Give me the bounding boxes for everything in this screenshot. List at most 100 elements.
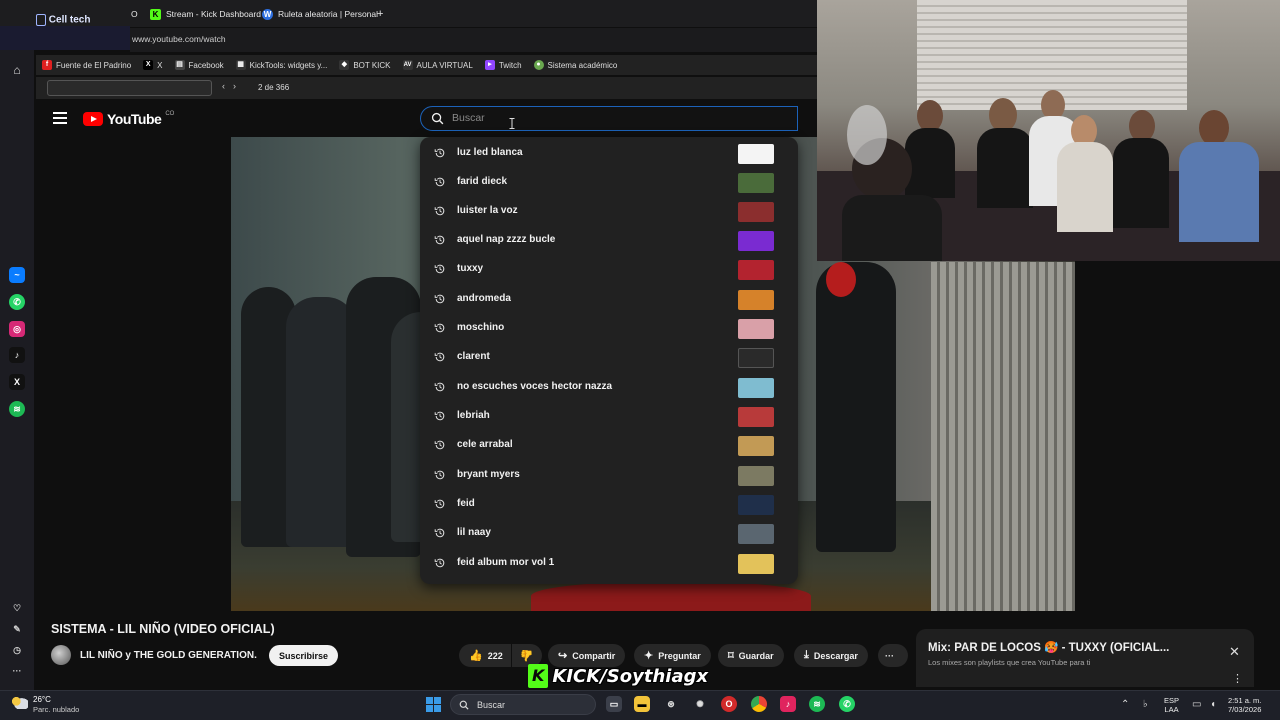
clock[interactable]: 2:51 a. m. 7/03/2026 [1228,696,1261,714]
webcam-person [977,128,1033,208]
address-bar[interactable]: www.youtube.com/watch [130,28,817,52]
clock-date: 7/03/2026 [1228,705,1262,714]
openai-icon[interactable]: ✺ [692,696,708,712]
history-icon [434,411,445,421]
suggestion-item[interactable]: andromeda [420,285,798,314]
weather-temperature[interactable]: 26°C [33,695,51,704]
suggestion-label: andromeda [457,293,511,304]
search-input[interactable] [452,109,782,127]
twitch-icon: ▸ [484,60,495,70]
edit-icon[interactable]: ✎ [9,621,25,637]
like-count: 222 [487,650,503,661]
gaming-icon[interactable]: ⊛ [663,696,679,712]
bookmark-sistema-academico[interactable]: ● Sistema académico [533,60,617,70]
history-icon [434,440,445,450]
whatsapp-icon[interactable]: ✆ [839,696,855,712]
more-actions-button[interactable]: ··· [878,644,908,667]
tab-fragment[interactable]: O [131,5,138,23]
subscribe-button[interactable]: Suscribirse [269,645,338,666]
x-icon[interactable]: X [9,374,25,390]
suggestion-label: moschino [457,322,505,333]
suggestion-label: luister la voz [457,205,518,216]
task-view-icon[interactable]: ▭ [606,696,622,712]
language-indicator[interactable]: ESP LAA [1164,696,1179,714]
messenger-icon[interactable]: ~ [9,267,25,283]
webcam-feed [817,0,1280,261]
brand-logo: Cell tech [36,14,96,36]
channel-avatar[interactable] [51,645,71,665]
history-icon [434,323,445,333]
new-tab-button[interactable]: + [377,5,383,23]
history-icon [434,206,445,216]
history-icon [434,382,445,392]
history-icon [434,528,445,538]
youtube-logo[interactable]: YouTube CO [83,111,174,127]
suggestion-item[interactable]: feid [420,490,798,519]
language-code: ESP [1164,696,1180,705]
whatsapp-icon[interactable]: ✆ [9,294,25,310]
webcam-person [1179,142,1259,242]
suggestion-thumbnail [738,173,774,193]
find-next-button[interactable]: › [233,81,236,91]
heart-icon[interactable]: ♡ [9,600,25,616]
suggestion-item[interactable]: lil naay [420,519,798,548]
spotify-icon[interactable]: ≋ [9,401,25,417]
bookmark-facebook[interactable]: ▤ Facebook [174,60,224,70]
tab-ruleta[interactable]: W Ruleta aleatoria | Personal [262,5,378,23]
weather-icon[interactable] [10,695,28,709]
tab-kick-dashboard[interactable]: K Stream - Kick Dashboard [150,5,261,23]
weather-description[interactable]: Parc. nublado [33,705,79,714]
youtube-logo-text: YouTube [107,111,162,127]
file-explorer-icon[interactable]: ▬ [634,696,650,712]
save-button[interactable]: ⌑ Guardar [718,644,784,667]
spotify-icon[interactable]: ≋ [809,696,825,712]
mix-title[interactable]: Mix: PAR DE LOCOS 🥵 - TUXXY (OFICIAL... [928,640,1169,654]
mix-close-button[interactable]: ✕ [1229,645,1240,660]
bookmark-twitch[interactable]: ▸ Twitch [484,60,522,70]
microphone-icon[interactable]: ♭ [1143,699,1148,710]
tiktok-live-icon[interactable]: ♪ [780,696,796,712]
suggestion-item[interactable]: tuxxy [420,255,798,284]
suggestion-item[interactable]: clarent [420,343,798,372]
home-icon[interactable]: ⌂ [9,62,25,78]
bookmark-kicktools[interactable]: ▦ KickTools: widgets y... [235,60,327,70]
channel-name[interactable]: LIL NIÑO y THE GOLD GENERATION. [80,650,257,661]
suggestion-item[interactable]: moschino [420,314,798,343]
suggestion-thumbnail [738,495,774,515]
mix-more-icon[interactable]: ⋮ [1232,672,1243,685]
suggestion-item[interactable]: feid album mor vol 1 [420,549,798,578]
bookmark-x[interactable]: XX [143,60,163,70]
chrome-icon[interactable] [751,696,767,712]
bookmark-aula-virtual[interactable]: AV AULA VIRTUAL [402,60,473,70]
find-input[interactable] [47,80,212,96]
more-icon[interactable]: ··· [9,663,25,679]
suggestion-item[interactable]: luister la voz [420,197,798,226]
bookmark-padrino[interactable]: f Fuente de El Padrino [42,60,131,70]
history-icon[interactable]: ◷ [9,642,25,658]
suggestion-item[interactable]: farid dieck [420,168,798,197]
suggestion-item[interactable]: luz led blanca [420,139,798,168]
suggestion-item[interactable]: bryant myers [420,461,798,490]
network-icon[interactable]: ▭ [1192,699,1201,710]
tiktok-icon[interactable]: ♪ [9,347,25,363]
download-button[interactable]: ⤓ Descargar [794,644,868,667]
history-icon [434,470,445,480]
find-prev-button[interactable]: ‹ [222,81,225,91]
like-button[interactable]: 👍 222 [459,644,511,667]
suggestion-item[interactable]: cele arrabal [420,431,798,460]
instagram-icon[interactable]: ◎ [9,321,25,337]
opera-icon[interactable]: O [721,696,737,712]
bookmark-label: Facebook [188,60,224,70]
bookmark-bot-kick[interactable]: ◆ BOT KICK [339,60,391,70]
windows-start-icon[interactable] [426,697,441,712]
x-icon: X [143,60,154,70]
suggestion-thumbnail [738,554,774,574]
taskbar-search[interactable]: Buscar [450,694,596,715]
menu-icon[interactable] [53,112,67,124]
volume-icon[interactable]: ◖ [1210,699,1216,710]
suggestion-item[interactable]: aquel nap zzzz bucle [420,226,798,255]
tray-chevron-up-icon[interactable]: ⌃ [1121,699,1129,710]
suggestion-item[interactable]: lebriah [420,402,798,431]
webcam-fan [847,105,887,165]
suggestion-item[interactable]: no escuches voces hector nazza [420,373,798,402]
